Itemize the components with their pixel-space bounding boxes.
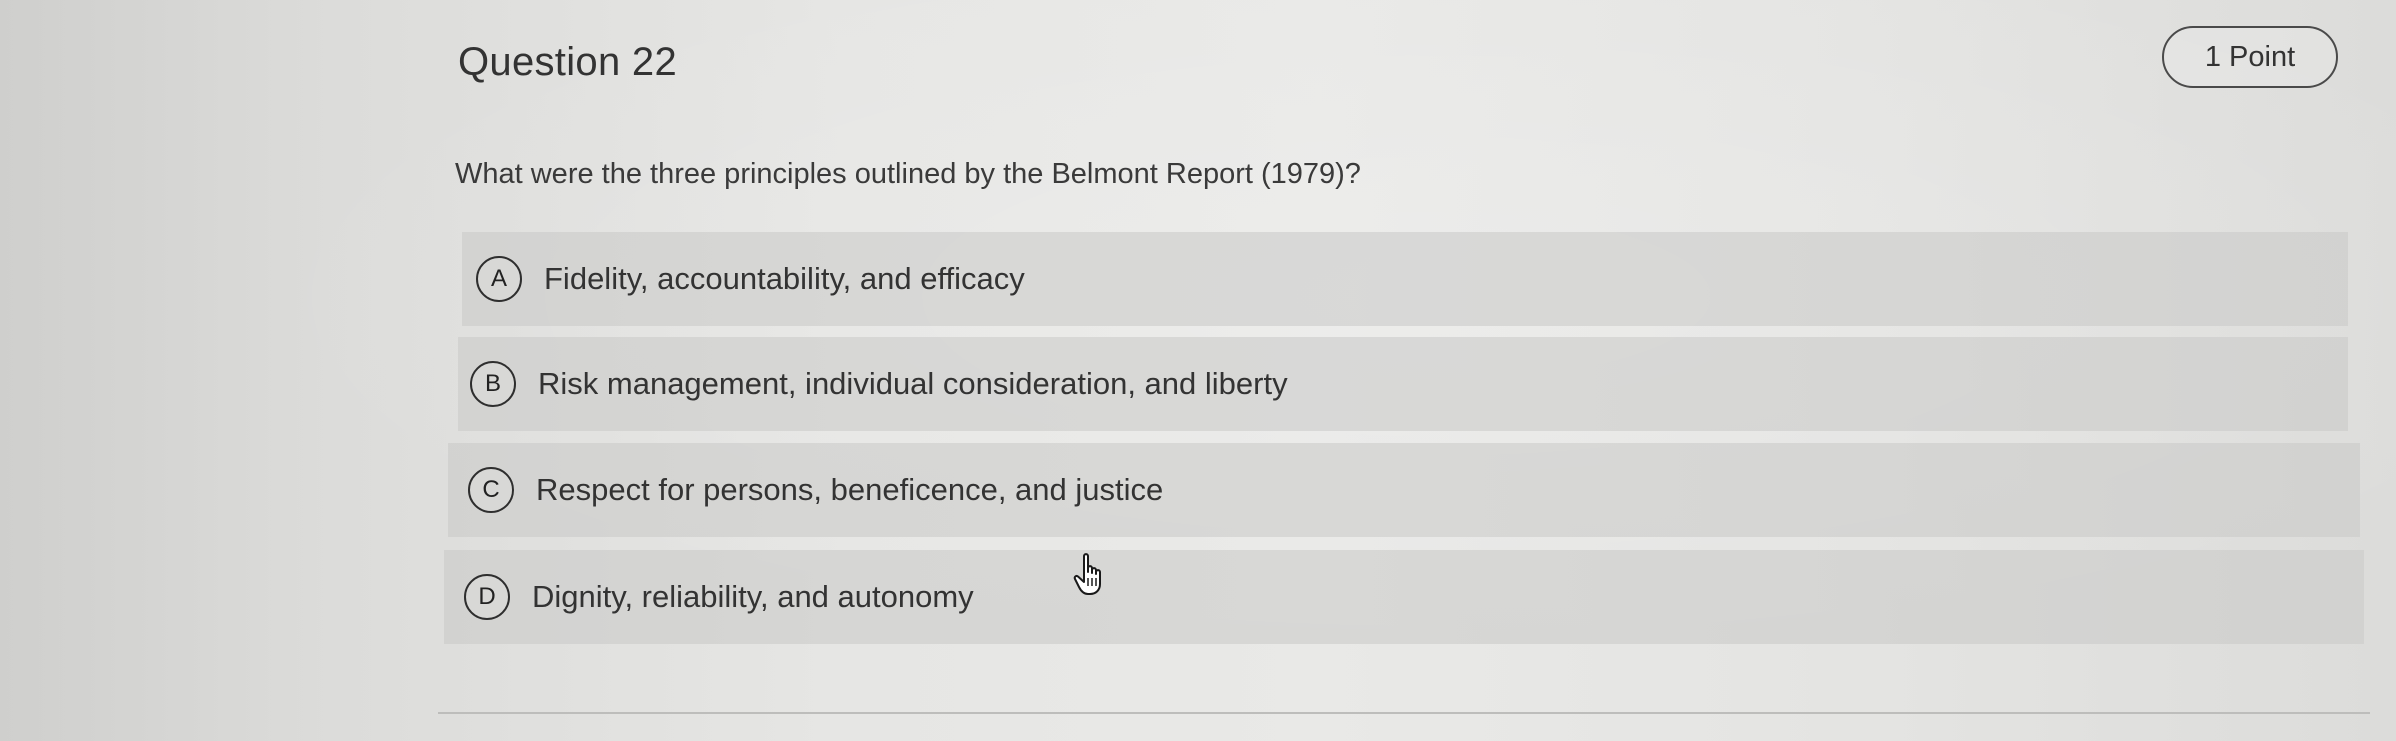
- option-text: Fidelity, accountability, and efficacy: [544, 261, 1025, 296]
- question-prompt: What were the three principles outlined …: [455, 158, 1361, 190]
- option-letter-badge: C: [468, 467, 514, 513]
- option-text: Respect for persons, beneficence, and ju…: [536, 472, 1164, 507]
- answer-option-a[interactable]: A Fidelity, accountability, and efficacy: [462, 232, 2348, 326]
- option-letter-badge: B: [470, 361, 516, 407]
- section-divider: [438, 712, 2370, 714]
- option-letter-badge: A: [476, 256, 522, 302]
- option-text: Dignity, reliability, and autonomy: [532, 579, 974, 614]
- option-text: Risk management, individual consideratio…: [538, 366, 1288, 401]
- answer-option-b[interactable]: B Risk management, individual considerat…: [458, 337, 2348, 431]
- answer-option-c[interactable]: C Respect for persons, beneficence, and …: [448, 443, 2360, 537]
- question-title: Question 22: [458, 40, 678, 84]
- option-letter-badge: D: [464, 574, 510, 620]
- points-badge: 1 Point: [2162, 26, 2338, 88]
- hand-pointer-icon: [1073, 553, 1101, 595]
- answer-option-d[interactable]: D Dignity, reliability, and autonomy: [444, 550, 2364, 644]
